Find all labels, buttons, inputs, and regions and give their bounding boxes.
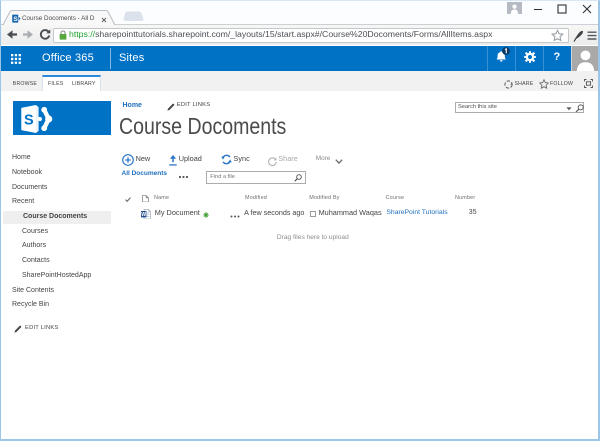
svg-text:S: S [13,16,18,23]
svg-text:W: W [141,212,146,218]
svg-text:S: S [24,112,34,128]
